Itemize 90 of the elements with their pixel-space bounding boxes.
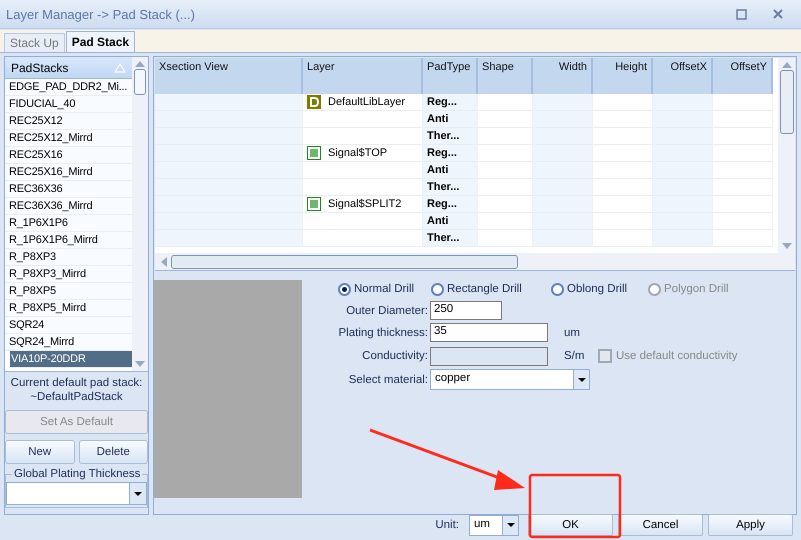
column-header[interactable]: Height xyxy=(593,58,653,94)
table-cell: Reg... xyxy=(423,145,478,162)
list-item[interactable]: R_1P6X1P6_Mirrd xyxy=(5,232,132,249)
input-field[interactable]: 250 xyxy=(430,301,502,320)
list-item[interactable]: R_P8XP3 xyxy=(5,249,132,266)
value-text: ~DefaultPadStack xyxy=(29,390,124,404)
field-label: Select material: xyxy=(348,374,429,386)
list-item[interactable]: REC25X12 xyxy=(5,113,132,130)
table-cell: Anti xyxy=(423,111,478,128)
scrollbar[interactable] xyxy=(155,253,795,270)
tab[interactable]: Pad Stack xyxy=(66,31,136,52)
scrollbar[interactable] xyxy=(132,57,148,371)
list-item[interactable]: SQR24_Mirrd xyxy=(5,334,132,351)
button[interactable]: Cancel xyxy=(618,514,703,536)
table-cell: Anti xyxy=(423,162,478,179)
table-cell: Anti xyxy=(423,213,478,230)
table-cell-text: Signal$SPLIT2 xyxy=(328,197,402,212)
column-header[interactable]: OffsetX xyxy=(653,58,713,94)
dropdown[interactable]: um xyxy=(469,514,519,536)
window-title: Layer Manager -> Pad Stack (...) xyxy=(6,6,196,22)
layer-icon xyxy=(307,146,321,160)
column-header[interactable]: Shape xyxy=(478,58,533,94)
list-item[interactable]: R_P8XP5 xyxy=(5,283,132,300)
field-label: Outer Diameter: xyxy=(345,304,429,316)
list-item[interactable]: R_P8XP5_Mirrd xyxy=(5,300,132,317)
unit-label: um xyxy=(564,326,581,338)
input-field[interactable] xyxy=(430,346,548,366)
dropdown[interactable]: copper xyxy=(430,369,590,390)
scroll-left-icon[interactable] xyxy=(161,256,167,266)
list-item[interactable]: REC36X36_Mirrd xyxy=(5,198,132,215)
layer-icon xyxy=(307,95,321,109)
layer-icon xyxy=(307,197,321,211)
unit-label: S/m xyxy=(564,350,586,362)
scroll-thumb[interactable] xyxy=(171,254,518,268)
list-item[interactable]: REC36X36 xyxy=(5,181,132,198)
dropdown-icon[interactable] xyxy=(506,523,514,527)
table-cell: Reg... xyxy=(423,196,478,213)
dropdown-icon[interactable] xyxy=(134,492,142,496)
dropdown-icon[interactable] xyxy=(578,378,586,382)
close-icon[interactable] xyxy=(773,9,783,19)
column-header[interactable]: Xsection View xyxy=(155,58,303,94)
scroll-up-icon[interactable] xyxy=(135,61,145,67)
maximize-icon[interactable] xyxy=(736,8,747,20)
scroll-thumb[interactable] xyxy=(780,70,794,134)
radio-button[interactable]: Normal Drill xyxy=(338,282,431,296)
column-header[interactable]: Width xyxy=(533,58,593,94)
tab[interactable]: Stack Up xyxy=(4,33,65,52)
list-item[interactable]: REC25X16 xyxy=(5,147,132,164)
group-label: Global Plating Thickness xyxy=(13,468,142,480)
list-item[interactable]: EDGE_PAD_DDR2_Mi... xyxy=(5,79,132,96)
sort-icon[interactable] xyxy=(114,62,126,72)
label: Current default pad stack: xyxy=(10,376,144,390)
table-cell: Ther... xyxy=(423,128,478,145)
table-cell: Reg... xyxy=(423,94,478,111)
button[interactable]: OK xyxy=(528,514,613,536)
button[interactable]: New xyxy=(5,440,74,464)
checkbox: Use default conductivity xyxy=(598,349,738,363)
table-cell xyxy=(653,94,713,111)
radio-icon[interactable] xyxy=(338,282,351,296)
list-item[interactable]: R_P8XP3_Mirrd xyxy=(5,266,132,283)
button[interactable]: Delete xyxy=(78,440,148,464)
field-label: Plating thickness: xyxy=(338,326,429,338)
list-item[interactable]: R_1P6X1P6 xyxy=(5,215,132,232)
list-item[interactable]: SQR24 xyxy=(5,317,132,334)
field-label: Conductivity: xyxy=(361,350,429,362)
input-field[interactable]: 35 xyxy=(430,323,548,342)
table-cell-text: DefaultLibLayer xyxy=(328,95,406,110)
scroll-up-icon[interactable] xyxy=(782,62,792,68)
table-cell-text: Signal$TOP xyxy=(328,146,388,161)
scroll-down-icon[interactable] xyxy=(782,243,792,249)
column-header[interactable]: PadType xyxy=(423,58,478,94)
list-item[interactable]: VIA10P-20DDR xyxy=(10,351,132,368)
column-header[interactable]: OffsetY xyxy=(713,58,773,94)
scroll-thumb[interactable] xyxy=(134,69,146,95)
list-item[interactable]: REC25X12_Mirrd xyxy=(5,130,132,147)
radio-icon[interactable] xyxy=(431,282,444,296)
radio-icon[interactable] xyxy=(551,282,564,296)
radio-button[interactable]: Oblong Drill xyxy=(551,282,648,296)
table-cell: Ther... xyxy=(423,230,478,247)
column-header[interactable]: Layer xyxy=(303,58,423,94)
table-cell: Ther... xyxy=(423,179,478,196)
table-cell xyxy=(713,94,773,111)
scrollbar[interactable] xyxy=(778,58,795,253)
table-cell xyxy=(533,94,593,111)
list-item[interactable]: REC25X16_Mirrd xyxy=(5,164,132,181)
list-item[interactable]: FIDUCIAL_40 xyxy=(5,96,132,113)
radio-button[interactable]: Rectangle Drill xyxy=(431,282,551,296)
button[interactable]: Apply xyxy=(708,514,793,536)
scroll-down-icon[interactable] xyxy=(135,361,145,367)
field-label: Unit: xyxy=(435,519,459,531)
